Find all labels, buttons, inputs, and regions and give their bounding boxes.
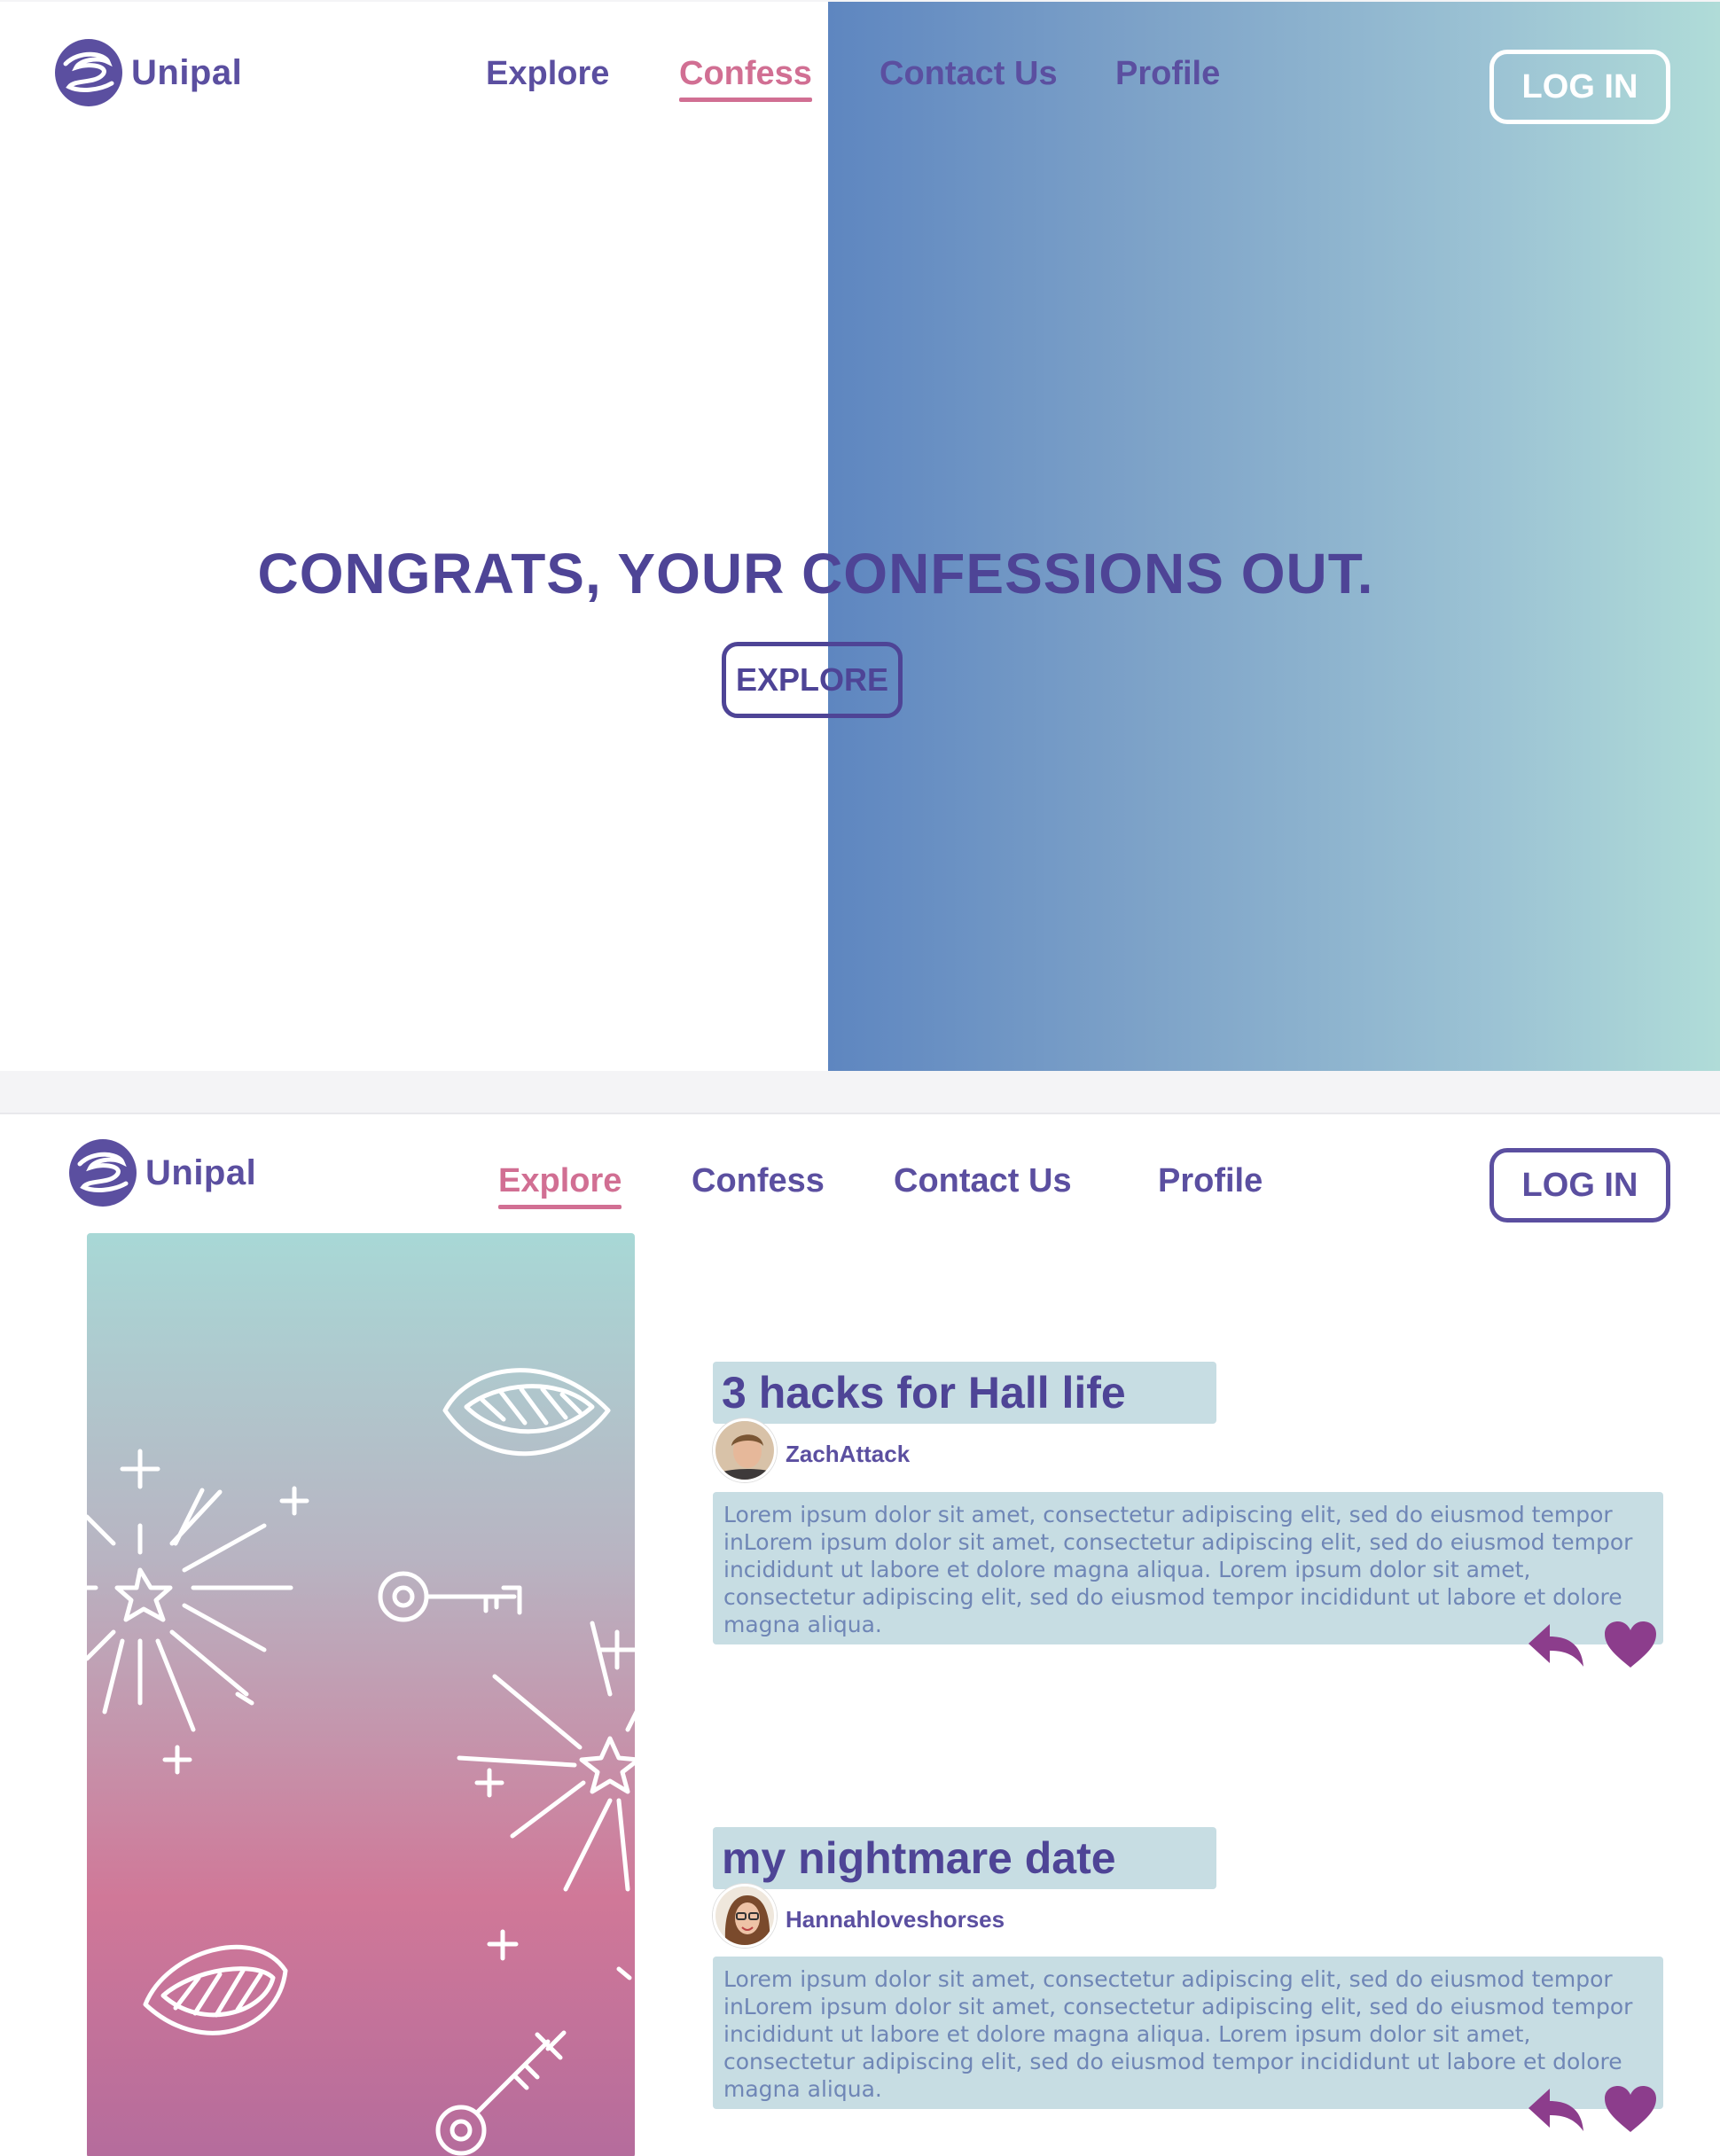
post-author[interactable]: ZachAttack bbox=[786, 1441, 910, 1468]
brand-logo[interactable]: Unipal bbox=[53, 37, 242, 108]
avatar[interactable] bbox=[713, 1418, 777, 1482]
avatar-male-icon bbox=[715, 1421, 774, 1480]
post-body: Lorem ipsum dolor sit amet, consectetur … bbox=[713, 1492, 1663, 1644]
illustration-panel bbox=[87, 1233, 635, 2156]
brand-logo[interactable]: Unipal bbox=[67, 1137, 256, 1208]
explore-feed-screen: Unipal Explore Confess Contact Us Profil… bbox=[0, 1113, 1720, 2156]
decorative-illustration bbox=[87, 1368, 635, 2156]
nav-explore[interactable]: Explore bbox=[486, 55, 609, 93]
nav-confess[interactable]: Confess bbox=[679, 55, 812, 102]
reply-icon[interactable] bbox=[1527, 2085, 1585, 2137]
nav-explore[interactable]: Explore bbox=[498, 1162, 622, 1209]
nav-contact-us[interactable]: Contact Us bbox=[880, 55, 1058, 93]
nav-contact-us[interactable]: Contact Us bbox=[894, 1162, 1072, 1200]
post-author[interactable]: Hannahloveshorses bbox=[786, 1906, 1005, 1933]
lips-icon bbox=[442, 1368, 611, 1457]
nav-profile[interactable]: Profile bbox=[1158, 1162, 1263, 1200]
nav-confess[interactable]: Confess bbox=[692, 1162, 825, 1200]
login-button[interactable]: LOG IN bbox=[1489, 50, 1670, 124]
key-icon bbox=[435, 2030, 567, 2156]
logo-icon bbox=[69, 1139, 137, 1207]
explore-button[interactable]: EXPLORE bbox=[722, 642, 903, 718]
brand-name: Unipal bbox=[145, 1152, 257, 1192]
reply-icon[interactable] bbox=[1527, 1621, 1585, 1673]
avatar-female-icon bbox=[715, 1886, 774, 1945]
post-title[interactable]: 3 hacks for Hall life bbox=[713, 1362, 1216, 1424]
avatar[interactable] bbox=[713, 1884, 777, 1948]
heart-icon[interactable] bbox=[1603, 2084, 1658, 2138]
post-body: Lorem ipsum dolor sit amet, consectetur … bbox=[713, 1957, 1663, 2109]
post-title[interactable]: my nightmare date bbox=[713, 1827, 1216, 1889]
brand-name: Unipal bbox=[131, 52, 243, 92]
post-actions bbox=[1527, 1620, 1658, 1674]
hero-gradient-panel bbox=[828, 2, 1720, 1071]
nav-profile[interactable]: Profile bbox=[1115, 55, 1220, 93]
sparkle-icon bbox=[87, 1449, 309, 1775]
sparkle-icon bbox=[457, 1621, 635, 1980]
key-icon bbox=[378, 1571, 522, 1622]
heart-icon[interactable] bbox=[1603, 1620, 1658, 1674]
post-actions bbox=[1527, 2084, 1658, 2138]
confess-success-screen: Unipal Explore Confess Contact Us Profil… bbox=[0, 2, 1720, 1071]
lips-icon bbox=[143, 1944, 288, 2035]
login-button[interactable]: LOG IN bbox=[1489, 1148, 1670, 1223]
logo-icon bbox=[55, 39, 122, 106]
confession-success-title: CONGRATS, YOUR CONFESSIONS OUT. bbox=[257, 542, 1374, 605]
